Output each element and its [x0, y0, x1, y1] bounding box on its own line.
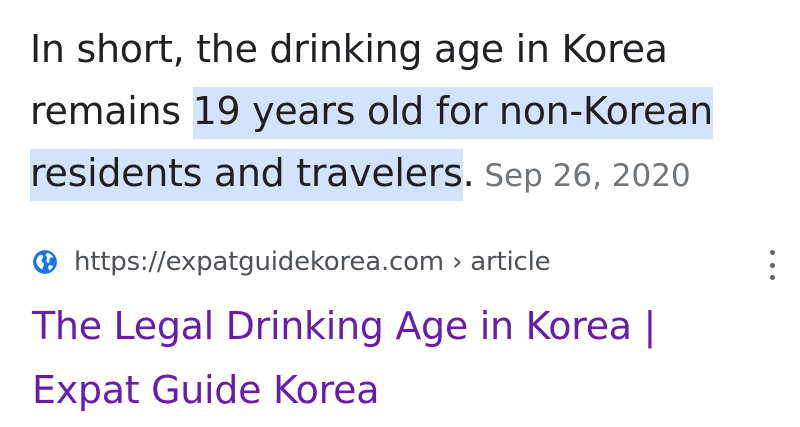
result-source[interactable]: https://expatguidekorea.com › article [32, 240, 772, 284]
menu-dot [769, 262, 775, 268]
featured-snippet: In short, the drinking age in Korea rema… [30, 18, 775, 207]
more-vert-icon[interactable] [762, 250, 782, 280]
result-url[interactable]: https://expatguidekorea.com › article [74, 247, 551, 277]
result-title-link[interactable]: The Legal Drinking Age in Korea | Expat … [32, 294, 772, 422]
snippet-date: Sep 26, 2020 [484, 158, 691, 194]
menu-dot [769, 275, 775, 280]
snippet-text-end: . [462, 151, 475, 195]
globe-icon [33, 250, 57, 274]
menu-dot [769, 250, 775, 255]
